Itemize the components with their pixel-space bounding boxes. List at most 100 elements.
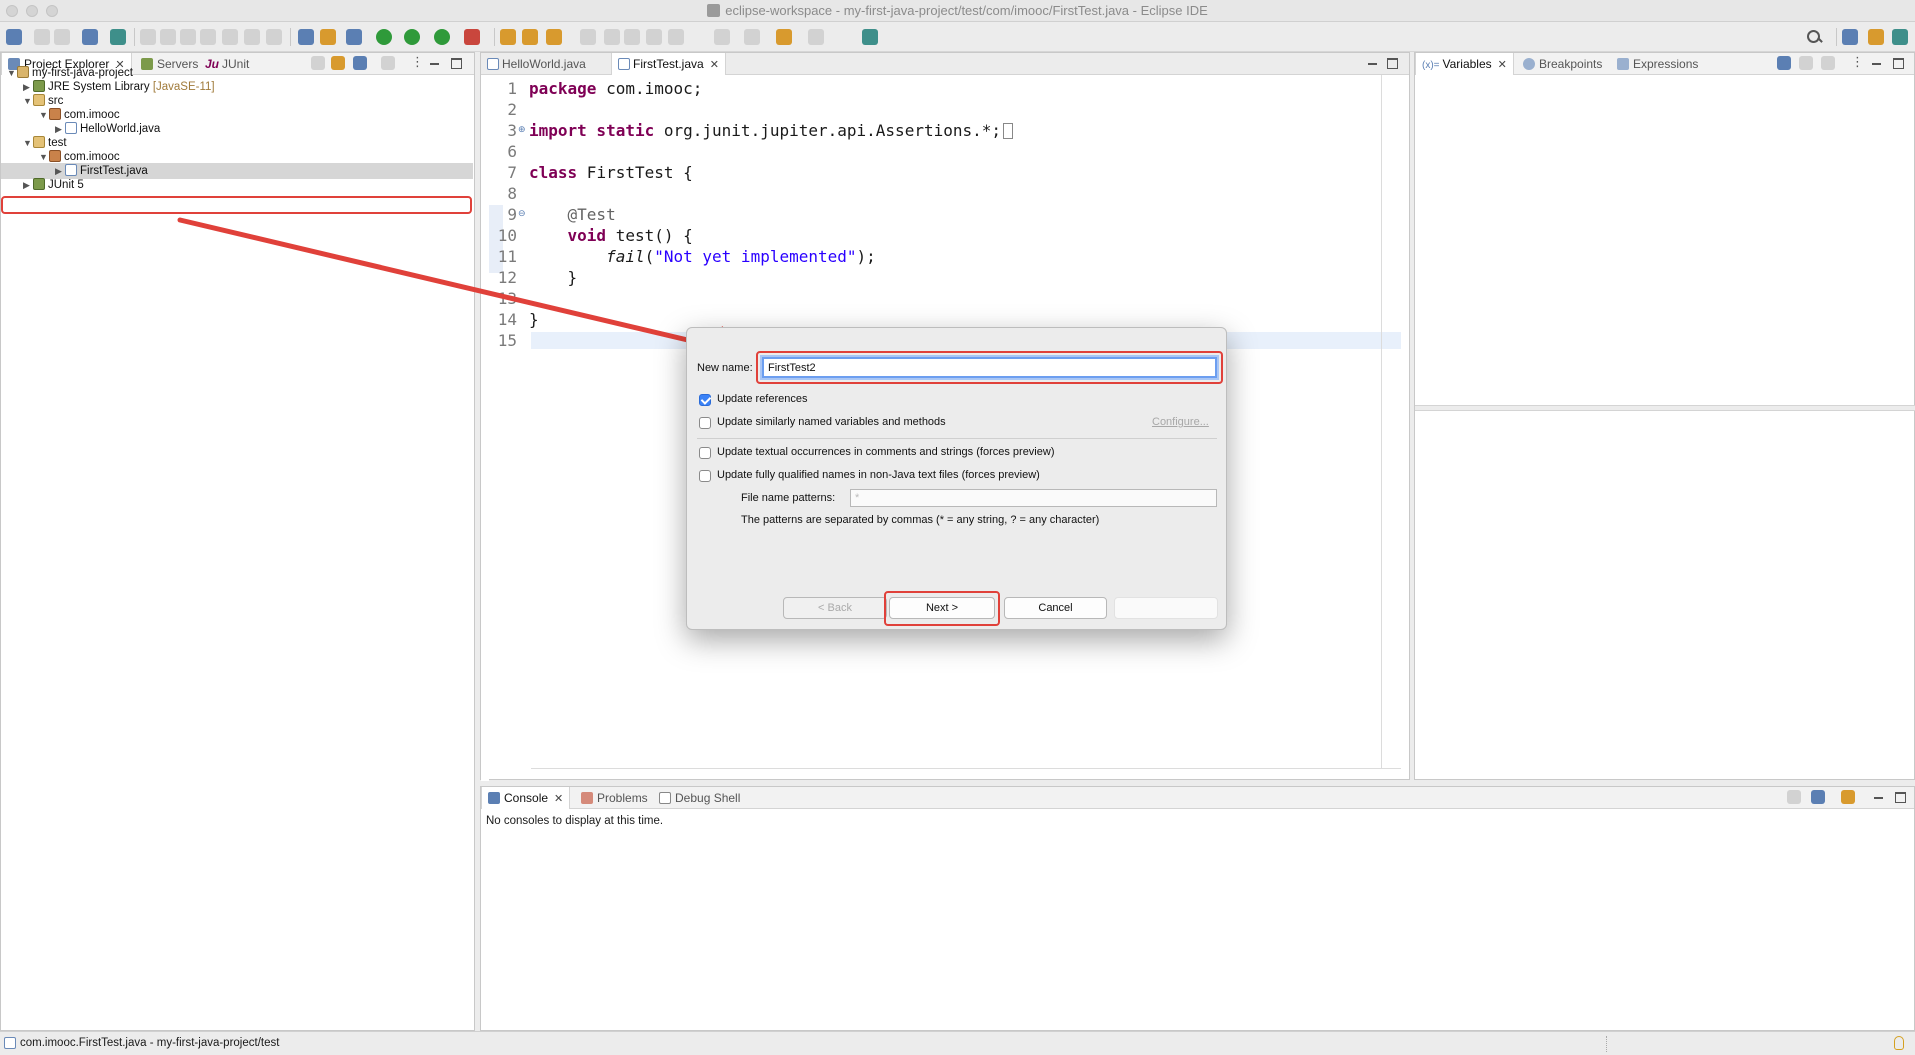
forward-navigation-icon[interactable] bbox=[808, 29, 824, 45]
step-into-icon[interactable] bbox=[222, 29, 238, 45]
debug-icon[interactable] bbox=[376, 29, 392, 45]
tip-lightbulb-icon[interactable] bbox=[1894, 1036, 1904, 1050]
view-menu-icon[interactable] bbox=[1851, 54, 1864, 70]
step-over-icon[interactable] bbox=[244, 29, 260, 45]
code-line[interactable]: package com.imooc; bbox=[529, 80, 702, 97]
open-type-icon[interactable] bbox=[298, 29, 314, 45]
filter-icon[interactable] bbox=[353, 56, 367, 70]
external-tools-icon[interactable] bbox=[464, 29, 480, 45]
mark-occurrences-icon[interactable] bbox=[604, 29, 620, 45]
tab-helloworld-java[interactable]: HelloWorld.java bbox=[481, 53, 592, 75]
save-icon[interactable] bbox=[34, 29, 50, 45]
update-textual-occurrences-checkbox[interactable] bbox=[699, 447, 711, 459]
show-logical-structure-icon[interactable] bbox=[1799, 56, 1813, 70]
suspend-icon[interactable] bbox=[160, 29, 176, 45]
show-whitespace-icon[interactable] bbox=[668, 29, 684, 45]
pin-editor-icon[interactable] bbox=[862, 29, 878, 45]
tree-item-project[interactable]: ▼ my-first-java-project bbox=[7, 66, 133, 80]
collapse-all-icon[interactable] bbox=[1821, 56, 1835, 70]
tab-variables[interactable]: (x)= Variables ✕ bbox=[1415, 53, 1514, 75]
tab-servers[interactable]: Servers bbox=[135, 53, 204, 75]
maximize-editor-icon[interactable] bbox=[1387, 58, 1398, 69]
save-all-icon[interactable] bbox=[54, 29, 70, 45]
view-menu-icon[interactable] bbox=[411, 54, 424, 70]
minimize-view-icon[interactable] bbox=[1873, 792, 1884, 803]
block-selection-icon[interactable] bbox=[646, 29, 662, 45]
code-line[interactable]: fail("Not yet implemented"); bbox=[529, 248, 876, 265]
expanded-twisty-icon[interactable]: ▼ bbox=[39, 150, 49, 164]
new-wizard-icon[interactable] bbox=[6, 29, 22, 45]
code-line[interactable]: class FirstTest { bbox=[529, 164, 693, 181]
step-return-icon[interactable] bbox=[266, 29, 282, 45]
maximize-view-icon[interactable] bbox=[451, 58, 462, 69]
code-line[interactable]: @Test bbox=[529, 206, 616, 223]
configure-link[interactable]: Configure... bbox=[1152, 416, 1209, 428]
open-task-icon[interactable] bbox=[320, 29, 336, 45]
finish-button-obscured[interactable] bbox=[1114, 597, 1218, 619]
collapsed-twisty-icon[interactable]: ▶ bbox=[55, 122, 65, 136]
code-line[interactable]: void test() { bbox=[529, 227, 693, 244]
tree-item-helloworld[interactable]: ▶ HelloWorld.java bbox=[55, 122, 160, 136]
previous-annotation-icon[interactable] bbox=[744, 29, 760, 45]
collapse-fold-icon[interactable]: ⊖ bbox=[518, 209, 526, 218]
display-console-icon[interactable] bbox=[1811, 790, 1825, 804]
minimize-editor-icon[interactable] bbox=[1367, 58, 1378, 69]
new-package-icon[interactable] bbox=[522, 29, 538, 45]
tree-item-src[interactable]: ▼ src bbox=[23, 94, 63, 108]
minimize-view-icon[interactable] bbox=[429, 58, 440, 69]
tab-expressions[interactable]: Expressions bbox=[1611, 53, 1704, 75]
pin-console-icon[interactable] bbox=[1787, 790, 1801, 804]
skip-breakpoints-icon[interactable] bbox=[110, 29, 126, 45]
annotation-icon[interactable] bbox=[580, 29, 596, 45]
tree-item-test[interactable]: ▼ test bbox=[23, 136, 67, 150]
file-name-patterns-input[interactable] bbox=[850, 489, 1217, 507]
show-type-names-icon[interactable] bbox=[1777, 56, 1791, 70]
tree-item-package[interactable]: ▼ com.imooc bbox=[39, 150, 120, 164]
tab-console[interactable]: Console ✕ bbox=[481, 787, 571, 809]
coverage-icon[interactable] bbox=[434, 29, 450, 45]
expand-fold-icon[interactable]: ⊕ bbox=[518, 125, 526, 134]
back-button[interactable]: < Back bbox=[783, 597, 887, 619]
new-java-project-icon[interactable] bbox=[500, 29, 516, 45]
code-line[interactable]: import static org.junit.jupiter.api.Asse… bbox=[529, 122, 1014, 139]
next-annotation-icon[interactable] bbox=[714, 29, 730, 45]
tree-item-package[interactable]: ▼ com.imooc bbox=[39, 108, 120, 122]
code-line[interactable]: } bbox=[529, 269, 578, 286]
tab-problems[interactable]: Problems bbox=[575, 787, 654, 809]
resume-icon[interactable] bbox=[140, 29, 156, 45]
details-pane-sash[interactable] bbox=[1415, 405, 1915, 411]
focus-icon[interactable] bbox=[381, 56, 395, 70]
maximize-view-icon[interactable] bbox=[1893, 58, 1904, 69]
expanded-twisty-icon[interactable]: ▼ bbox=[39, 108, 49, 122]
expanded-twisty-icon[interactable]: ▼ bbox=[23, 136, 33, 150]
collapsed-twisty-icon[interactable]: ▶ bbox=[23, 178, 33, 192]
open-perspective-icon[interactable] bbox=[1842, 29, 1858, 45]
expanded-twisty-icon[interactable]: ▼ bbox=[7, 66, 17, 80]
update-references-checkbox[interactable] bbox=[699, 394, 711, 406]
new-class-icon[interactable] bbox=[546, 29, 562, 45]
code-line[interactable]: } bbox=[529, 311, 539, 328]
close-tab-icon[interactable]: ✕ bbox=[1498, 59, 1507, 71]
tree-item-junit5[interactable]: ▶ JUnit 5 bbox=[23, 178, 84, 192]
tab-firsttest-java[interactable]: FirstTest.java ✕ bbox=[611, 53, 726, 75]
java-perspective-icon[interactable] bbox=[1868, 29, 1884, 45]
open-console-icon[interactable] bbox=[1841, 790, 1855, 804]
collapse-all-icon[interactable] bbox=[311, 56, 325, 70]
minimize-view-icon[interactable] bbox=[1871, 58, 1882, 69]
expanded-twisty-icon[interactable]: ▼ bbox=[23, 94, 33, 108]
close-tab-icon[interactable]: ✕ bbox=[710, 59, 719, 71]
back-navigation-icon[interactable] bbox=[776, 29, 792, 45]
update-similar-names-checkbox[interactable] bbox=[699, 417, 711, 429]
collapsed-twisty-icon[interactable]: ▶ bbox=[55, 164, 65, 178]
disconnect-icon[interactable] bbox=[200, 29, 216, 45]
tab-debug-shell[interactable]: Debug Shell bbox=[653, 787, 746, 809]
terminate-icon[interactable] bbox=[180, 29, 196, 45]
maximize-view-icon[interactable] bbox=[1895, 792, 1906, 803]
debug-perspective-icon[interactable] bbox=[1892, 29, 1908, 45]
tree-item-firsttest[interactable]: ▶ FirstTest.java bbox=[55, 164, 148, 178]
tab-junit[interactable]: Ju JUnit bbox=[199, 53, 255, 75]
word-wrap-icon[interactable] bbox=[624, 29, 640, 45]
terminal-icon[interactable] bbox=[82, 29, 98, 45]
toggle-icon[interactable] bbox=[346, 29, 362, 45]
collapsed-twisty-icon[interactable]: ▶ bbox=[23, 80, 33, 94]
